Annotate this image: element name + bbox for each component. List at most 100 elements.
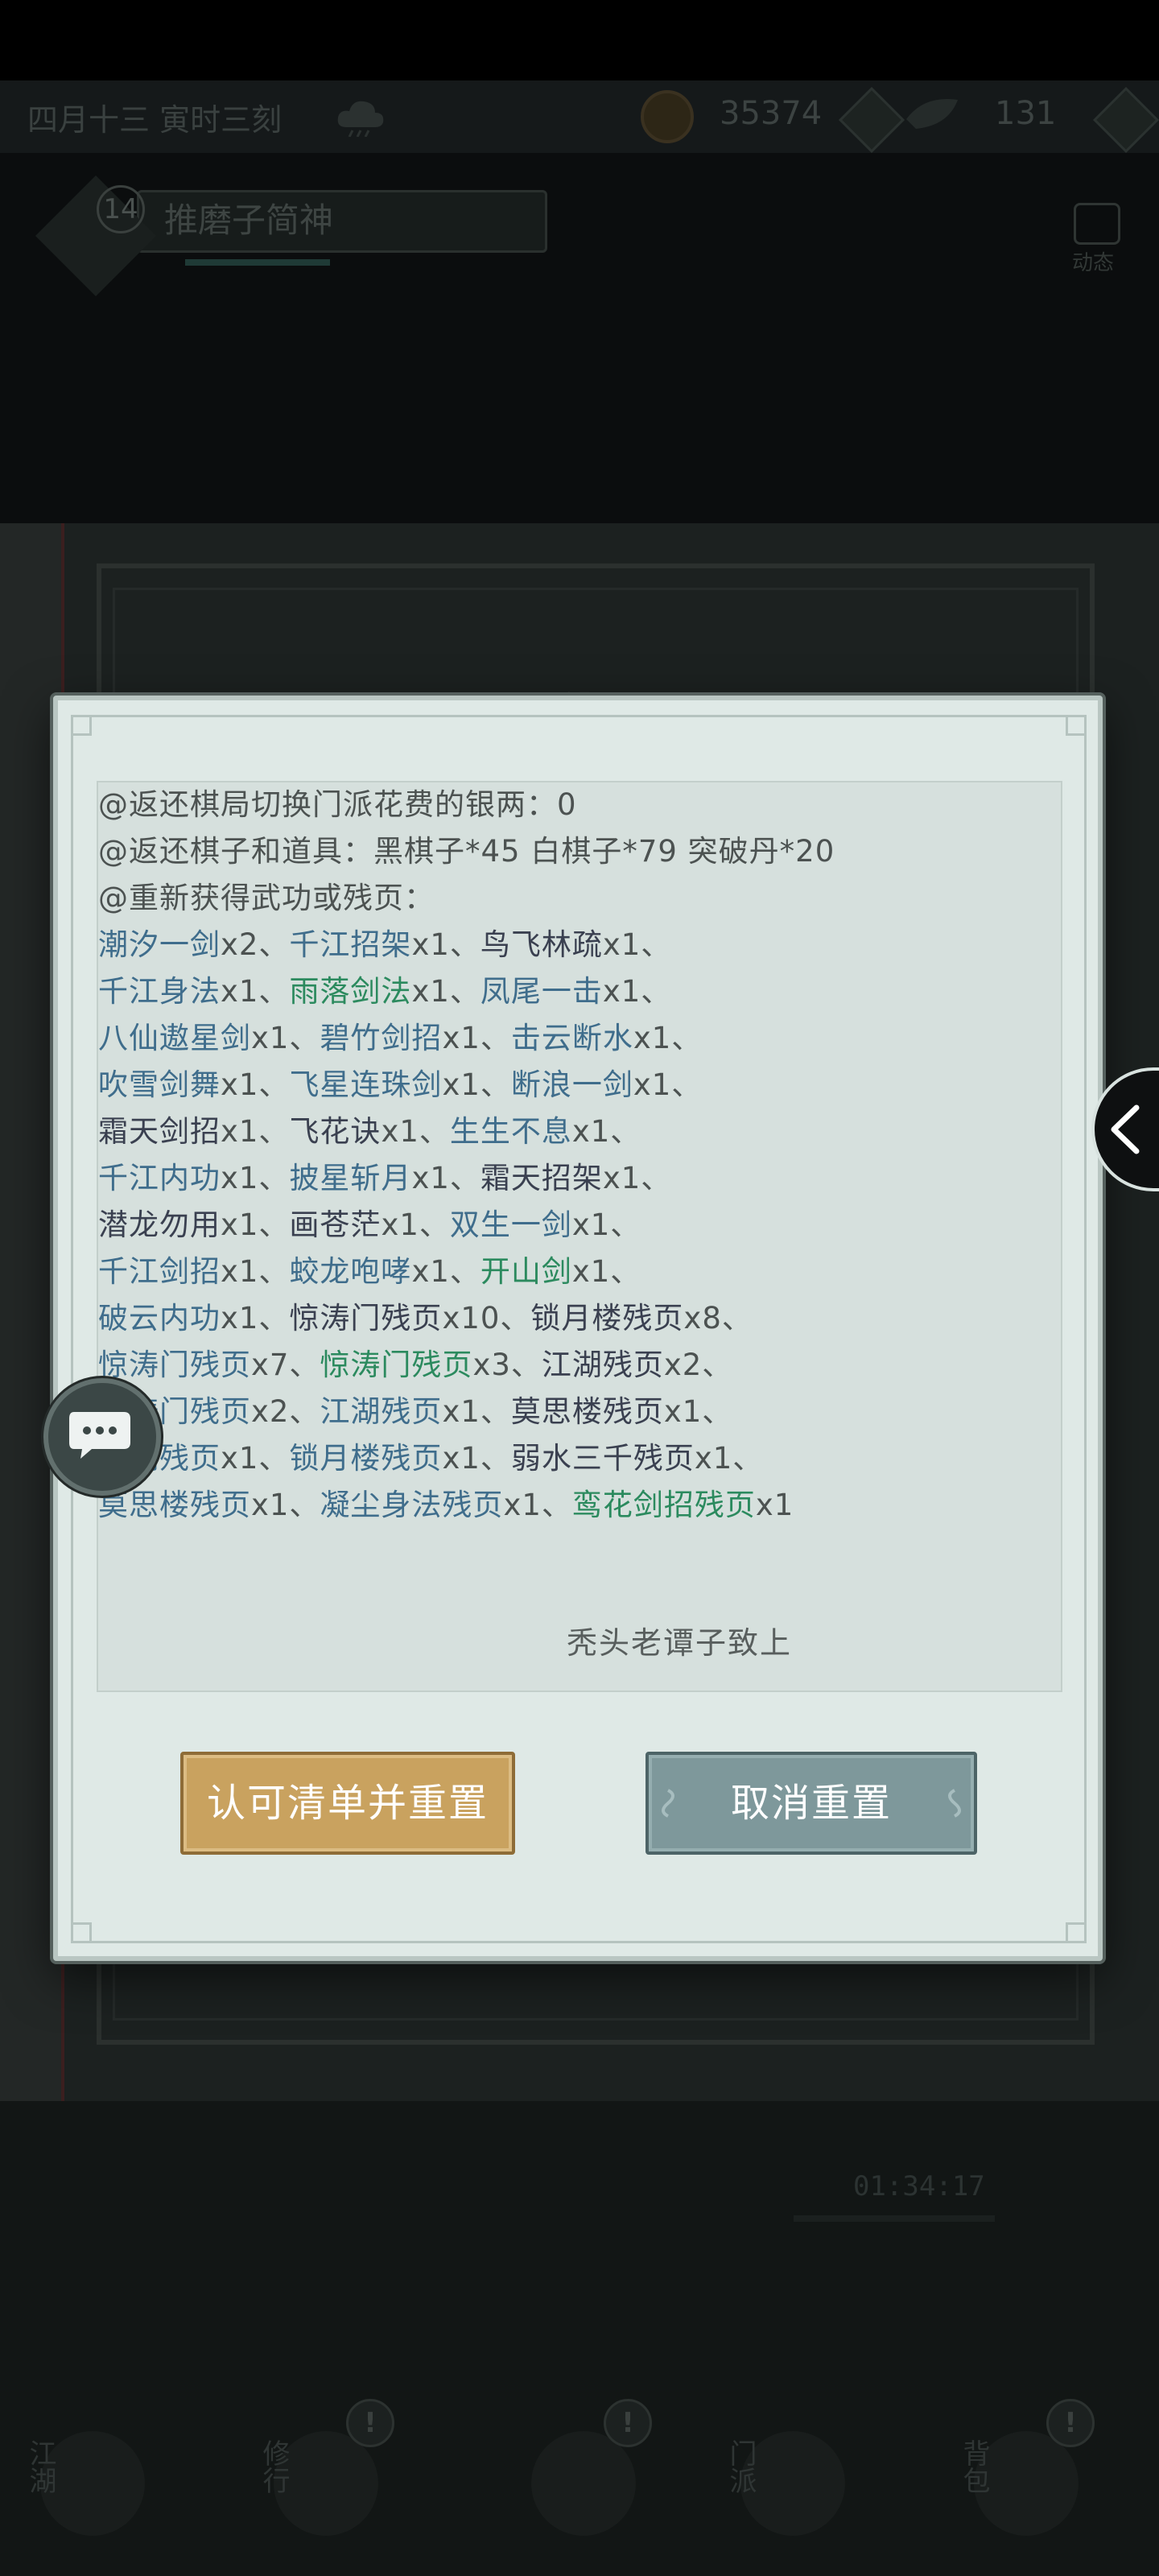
item-count: x1 <box>755 1488 794 1522</box>
skill-list-row: 潜龙勿用x1、画苍茫x1、双生一剑x1、 <box>98 1203 641 1248</box>
skill-list-row: 莫思楼残页x1、凝尘身法残页x1、鸾花剑招残页x1 <box>98 1483 794 1528</box>
confirm-reset-label: 认可清单并重置 <box>206 1781 489 1826</box>
frame-corner <box>1066 1922 1087 1943</box>
game-date-time: 四月十三 寅时三刻 <box>27 102 283 138</box>
skill-name: 碧竹剑招 <box>320 1021 443 1055</box>
skill-list-row: 惊涛门残页x2、江湖残页x1、莫思楼残页x1、 <box>98 1389 732 1435</box>
nav-item-jianghu[interactable]: 江湖 <box>8 2415 169 2560</box>
item-count: x1、 <box>442 1067 511 1102</box>
item-count: x1、 <box>221 974 290 1009</box>
item-count: x1、 <box>411 1254 481 1289</box>
item-count: x1、 <box>663 1394 733 1429</box>
letter-signature: 秃头老谭子致上 <box>567 1625 793 1661</box>
background-timer: 01:34:17 <box>853 2170 985 2202</box>
skill-name: 千江内功 <box>98 1161 221 1195</box>
skill-name: 开山剑 <box>480 1254 572 1289</box>
background-timer-bar <box>794 2215 995 2222</box>
cloud-ornament-icon <box>948 1789 961 1818</box>
item-count: x1、 <box>221 1067 290 1102</box>
skill-name: 惊涛门残页 <box>289 1301 443 1335</box>
skill-list-row: 千江内功x1、披星斩月x1、霜天招架x1、 <box>98 1156 671 1201</box>
character-name: 推磨子简神 <box>164 200 334 240</box>
skill-list-row: 潮汐一剑x2、千江招架x1、鸟飞林疏x1、 <box>98 923 671 968</box>
item-count: x2、 <box>251 1394 320 1429</box>
skill-name: 蛟龙咆哮 <box>289 1254 412 1289</box>
chevron-left-icon <box>1111 1104 1140 1154</box>
skill-list-row: 八仙遨星剑x1、碧竹剑招x1、击云断水x1、 <box>98 1016 702 1061</box>
item-count: x7、 <box>251 1348 320 1382</box>
skill-name: 江湖残页 <box>320 1394 443 1429</box>
item-count: x1、 <box>633 1067 703 1102</box>
notification-badge: ! <box>346 2399 394 2447</box>
item-count: x1、 <box>411 1161 481 1195</box>
nav-item-practice[interactable]: 修行 ! <box>241 2399 402 2560</box>
item-count: x1、 <box>251 1488 320 1522</box>
item-count: x1、 <box>221 1254 290 1289</box>
character-level-badge: 14 <box>97 185 145 233</box>
skill-name: 霜天招架 <box>480 1161 603 1195</box>
nav-item-center[interactable]: ! <box>499 2399 660 2560</box>
nav-label: 江湖 <box>24 2439 56 2494</box>
skill-name: 千江身法 <box>98 974 221 1009</box>
item-count: x1、 <box>694 1441 764 1476</box>
nav-item-sect[interactable]: 门派 <box>708 2415 869 2560</box>
item-count: x1、 <box>571 1254 641 1289</box>
skill-list-row: 破云内功x1、惊涛门残页x10、锁月楼残页x8、 <box>98 1296 753 1341</box>
cancel-reset-button[interactable]: 取消重置 <box>645 1752 977 1855</box>
confirm-reset-button[interactable]: 认可清单并重置 <box>180 1752 515 1855</box>
skill-list-row: 千江剑招x1、蛟龙咆哮x1、开山剑x1、 <box>98 1249 641 1294</box>
skill-list-row: 吹雪剑舞x1、飞星连珠剑x1、断浪一剑x1、 <box>98 1063 702 1108</box>
skill-name: 霜天剑招 <box>98 1114 221 1149</box>
skill-name: 雨落剑法 <box>289 974 412 1009</box>
item-count: x1、 <box>221 1114 290 1149</box>
skill-name: 八仙遨星剑 <box>98 1021 251 1055</box>
skill-name: 断浪一剑 <box>510 1067 633 1102</box>
item-count: x1、 <box>221 1441 290 1476</box>
nav-label: 背包 <box>958 2439 990 2494</box>
skill-name: 吹雪剑舞 <box>98 1067 221 1102</box>
skill-name: 弱水三千残页 <box>510 1441 695 1476</box>
skill-name: 千江招架 <box>289 927 412 962</box>
skill-name: 破云内功 <box>98 1301 221 1335</box>
cancel-reset-label: 取消重置 <box>730 1781 892 1826</box>
skill-name: 画苍茫 <box>289 1208 382 1242</box>
notification-badge: ! <box>1046 2399 1095 2447</box>
skill-name: 生生不息 <box>449 1114 572 1149</box>
item-count: x1、 <box>571 1208 641 1242</box>
skill-name: 凤尾一击 <box>480 974 603 1009</box>
refund-silver-line: @返还棋局切换门派花费的银两：0 <box>98 787 577 822</box>
skill-name: 惊涛门残页 <box>98 1348 251 1382</box>
coin-count: 35374 <box>720 95 823 132</box>
chat-bubble-icon <box>69 1412 130 1459</box>
skill-name: 锁月楼残页 <box>289 1441 443 1476</box>
dynamics-label: 动态 <box>1072 251 1115 275</box>
skill-name: 惊涛门残页 <box>320 1348 473 1382</box>
floating-chat-button[interactable] <box>43 1378 161 1496</box>
nav-item-bag[interactable]: 背包 ! <box>942 2399 1103 2560</box>
item-count: x1、 <box>503 1488 572 1522</box>
item-count: x1、 <box>602 1161 672 1195</box>
item-count: x1、 <box>221 1161 290 1195</box>
cloud-icon <box>337 101 384 137</box>
item-count: x8、 <box>683 1301 753 1335</box>
refund-items-line: @返还棋子和道具：黑棋子*45 白棋子*79 突破丹*20 <box>98 834 835 869</box>
regained-skills-header: @重新获得武功或残页： <box>98 881 435 915</box>
item-count: x1、 <box>411 927 481 962</box>
skill-name: 莫思楼残页 <box>98 1488 251 1522</box>
item-count: x1、 <box>411 974 481 1009</box>
nav-label: 修行 <box>258 2439 290 2494</box>
frame-corner <box>71 1922 92 1943</box>
skill-name: 千江剑招 <box>98 1254 221 1289</box>
item-count: x1、 <box>221 1208 290 1242</box>
item-count: x10、 <box>442 1301 531 1335</box>
item-count: x1、 <box>442 1441 511 1476</box>
item-count: x1、 <box>381 1114 450 1149</box>
cloud-ornament-icon <box>662 1789 674 1818</box>
skill-name: 潮汐一剑 <box>98 927 221 962</box>
nav-label: 门派 <box>724 2439 757 2494</box>
item-count: x1、 <box>381 1208 450 1242</box>
jade-count: 131 <box>995 95 1057 132</box>
jade-icon <box>906 99 958 129</box>
skill-name: 双生一剑 <box>449 1208 572 1242</box>
item-count: x1、 <box>602 927 672 962</box>
